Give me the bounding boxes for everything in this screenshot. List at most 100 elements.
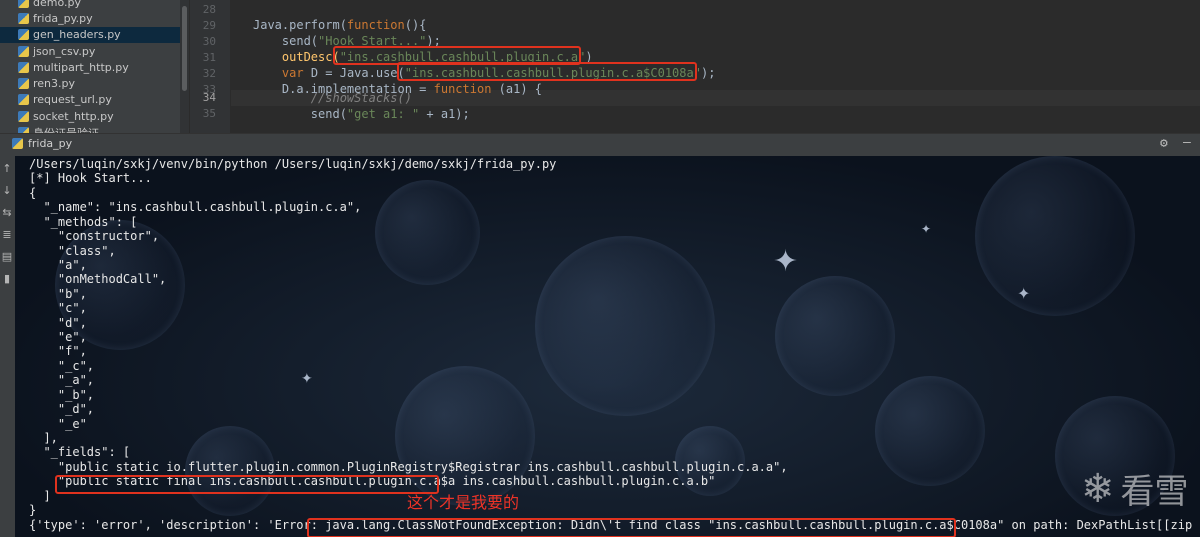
code-token: Java.perform( — [253, 18, 347, 32]
console-line: "public static io.flutter.plugin.common.… — [29, 459, 788, 474]
python-file-icon — [18, 45, 29, 57]
python-file-icon — [18, 29, 29, 41]
run-tab-frida-py[interactable]: frida_py — [12, 137, 72, 150]
console-line: "constructor", — [29, 229, 160, 244]
background-bubble — [775, 276, 895, 396]
project-file-item[interactable]: socket_http.py — [0, 108, 180, 124]
console-line: "onMethodCall", — [29, 272, 167, 287]
line-number: 31 — [202, 51, 216, 64]
background-bubble — [535, 236, 715, 416]
console-line: "_methods": [ — [29, 214, 138, 229]
project-file-item[interactable]: request_url.py — [0, 92, 180, 108]
code-token: send( — [253, 34, 319, 48]
python-file-icon — [18, 110, 29, 122]
code-token: var — [281, 66, 304, 80]
code-token: + a1); — [419, 107, 470, 121]
soft-wrap-icon[interactable]: ⇆ — [1, 206, 13, 220]
project-scrollbar-thumb[interactable] — [182, 6, 187, 91]
project-tree: demo.py frida_py.py gen_headers.py json_csv… — [0, 0, 180, 133]
watermark: ❄ 看雪 — [1081, 464, 1189, 513]
python-file-icon — [18, 12, 29, 24]
line-number: 30 — [202, 35, 216, 48]
project-file-label: socket_http.py — [33, 109, 114, 123]
console-line: "_a", — [29, 373, 95, 388]
line-number: 28 — [202, 3, 216, 16]
console-line: "_fields": [ — [29, 445, 131, 460]
console-line: /Users/luqin/sxkj/venv/bin/python /Users… — [29, 157, 557, 171]
console-line: "_d", — [29, 402, 95, 417]
project-file-item[interactable]: frida_py.py — [0, 10, 180, 26]
snowflake-logo-icon: ❄ — [1081, 465, 1115, 512]
code-token: D = Java.use( — [303, 66, 405, 80]
console-line: "a", — [29, 257, 87, 272]
run-tool-window-header: frida_py ⚙ – — [0, 133, 1200, 157]
line-number: 32 — [202, 67, 216, 80]
code-token: "get a1: " — [346, 107, 420, 121]
arrow-down-icon[interactable]: ↓ — [1, 184, 13, 198]
project-file-label: ren3.py — [33, 77, 76, 91]
sparkle-decoration: ✦ — [1017, 284, 1031, 303]
top-editor-area: demo.py frida_py.py gen_headers.py json_csv… — [0, 0, 1200, 133]
minimize-icon[interactable]: – — [1183, 135, 1191, 150]
run-toolbar: ↑ ↓ ⇆ ≣ ▤ ▮ — [0, 156, 15, 537]
code-line-34: //showStacks() — [253, 91, 412, 105]
project-file-item[interactable]: gen_headers.py — [0, 26, 180, 43]
project-file-label: frida_py.py — [33, 11, 93, 25]
project-file-label: 身份证号验证 — [33, 125, 99, 133]
sparkle-decoration: ✦ — [773, 244, 799, 279]
console-line: "_b", — [29, 387, 95, 402]
code-token: ); — [700, 66, 716, 80]
project-file-item[interactable]: json_csv.py — [0, 43, 180, 59]
console-line: { — [29, 185, 37, 200]
gear-icon[interactable]: ⚙ — [1160, 136, 1168, 151]
highlight-box-java-use — [397, 62, 697, 81]
code-token: (){ — [404, 18, 427, 32]
project-file-label: demo.py — [33, 0, 81, 9]
line-number: 29 — [202, 19, 216, 32]
background-bubble — [975, 156, 1135, 316]
code-line-35: send("get a1: " + a1); — [253, 107, 470, 121]
line-number: 35 — [202, 107, 216, 120]
project-file-item[interactable]: demo.py — [0, 0, 180, 10]
project-file-item[interactable]: ren3.py — [0, 75, 180, 91]
highlight-box-exception — [307, 518, 956, 537]
project-file-label: request_url.py — [33, 93, 112, 107]
highlight-box-field-ca-a — [55, 475, 439, 494]
console-line: "f", — [29, 344, 87, 359]
python-file-icon — [18, 0, 29, 8]
console-line: ] — [29, 488, 51, 503]
code-token: function — [433, 82, 492, 96]
python-file-icon — [18, 61, 29, 73]
scroll-to-end-icon[interactable]: ≣ — [1, 228, 13, 242]
rerun-up-icon[interactable]: ↑ — [1, 162, 13, 176]
project-file-label: json_csv.py — [33, 44, 96, 58]
console-line: "_e" — [29, 416, 87, 431]
python-file-icon — [12, 138, 23, 149]
console-line: "c", — [29, 301, 87, 316]
project-file-item[interactable]: multipart_http.py — [0, 59, 180, 75]
project-scrollbar[interactable] — [180, 0, 189, 133]
sparkle-decoration: ✦ — [301, 371, 313, 387]
watermark-text: 看雪 — [1120, 472, 1189, 512]
run-tab-label: frida_py — [28, 137, 73, 150]
project-file-label: gen_headers.py — [33, 28, 121, 42]
project-file-label: multipart_http.py — [33, 60, 129, 74]
trash-icon[interactable]: ▮ — [1, 272, 13, 286]
line-number-gutter: 28 29 30 31 32 33 34 35 — [190, 0, 230, 133]
console-output[interactable]: ✦ ✦ ✦ ✦ /Users/luqin/sxkj/venv/bin/pytho… — [15, 156, 1200, 537]
code-token: outDesc( — [253, 50, 340, 64]
python-file-icon — [18, 94, 29, 106]
code-line-29: Java.perform(function(){ — [253, 18, 426, 32]
console-line: "_name": "ins.cashbull.cashbull.plugin.c… — [29, 200, 362, 215]
file-list: demo.py frida_py.py gen_headers.py json_csv… — [0, 0, 180, 133]
project-file-item[interactable]: 身份证号验证 — [0, 124, 180, 133]
background-bubble — [875, 376, 985, 486]
print-icon[interactable]: ▤ — [1, 250, 13, 264]
code-editor[interactable]: Java.perform(function(){ send("Hook Star… — [231, 0, 1200, 133]
console-line: [*] Hook Start... — [29, 171, 152, 186]
code-token: (a1) { — [491, 82, 542, 96]
console-line: "d", — [29, 315, 87, 330]
background-bubble — [375, 180, 480, 285]
code-token: function — [346, 18, 405, 32]
code-token: //showStacks() — [253, 91, 412, 105]
